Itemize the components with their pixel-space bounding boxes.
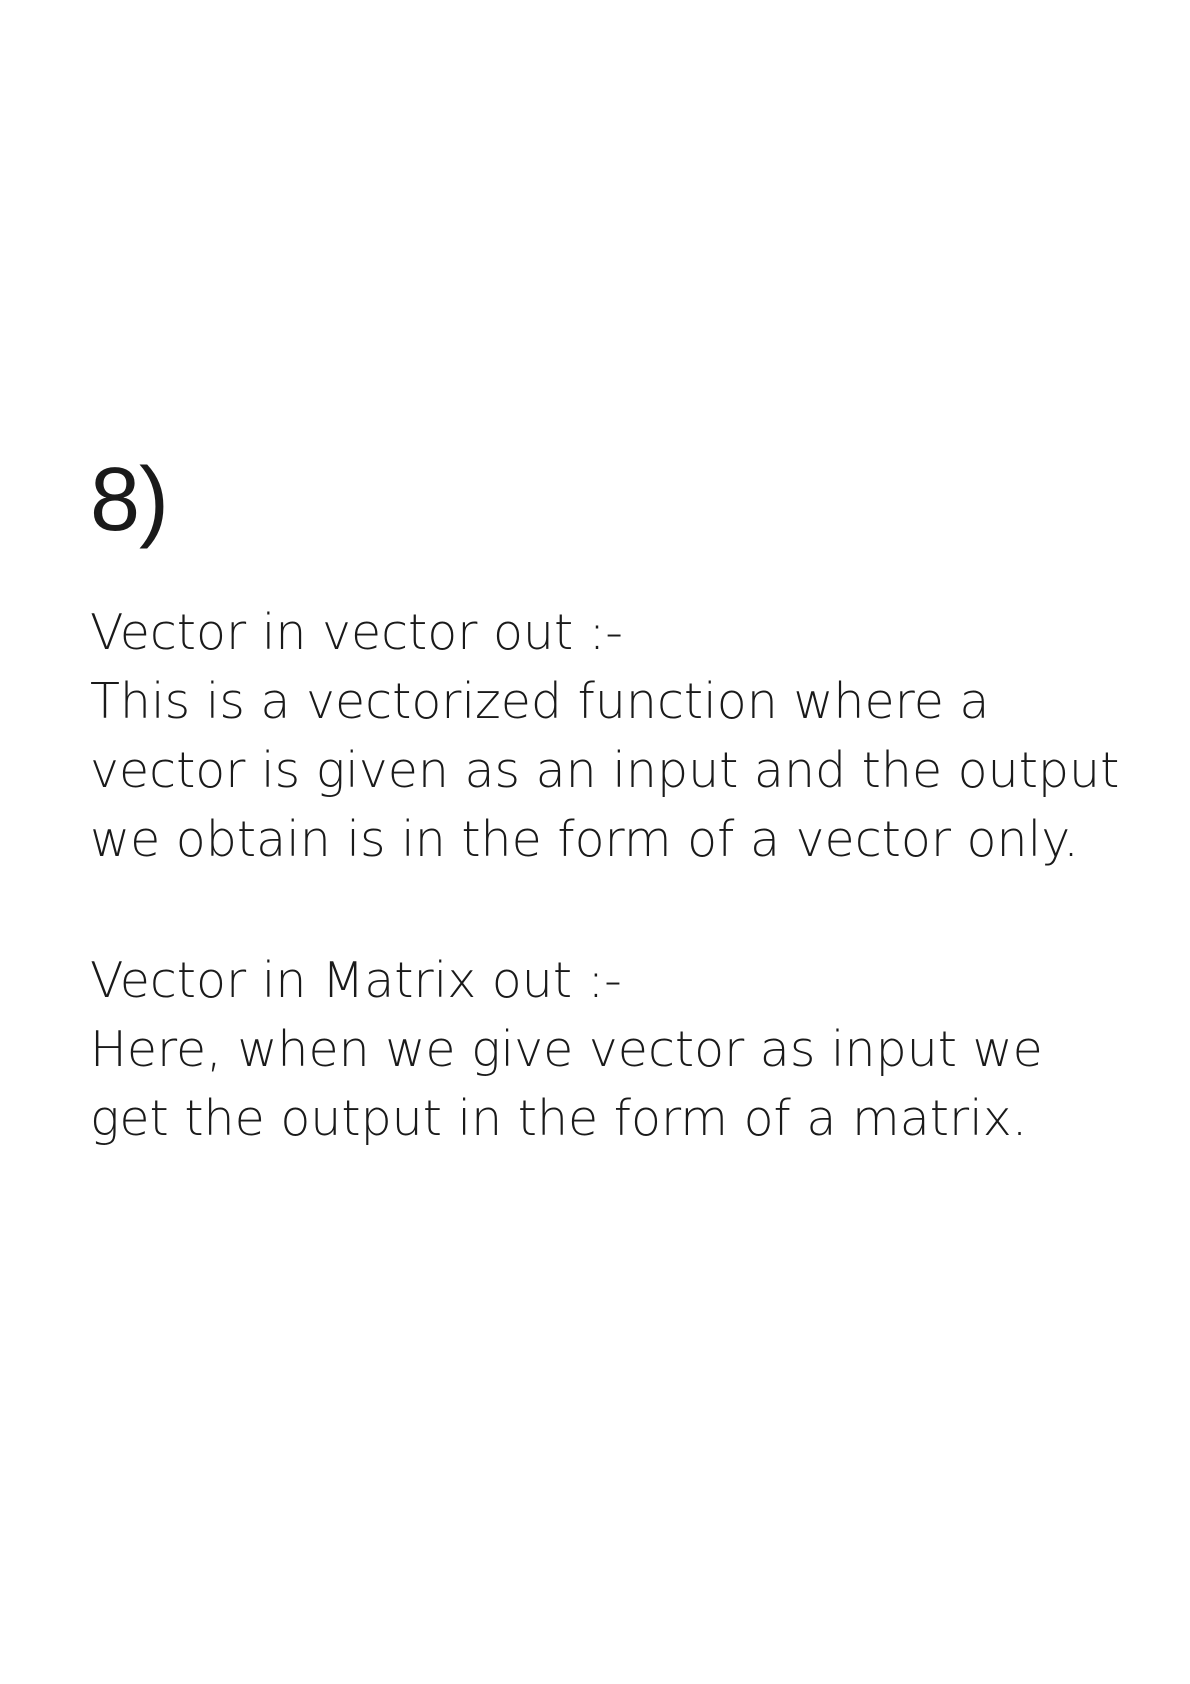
section-heading: Vector in vector out :- bbox=[90, 604, 623, 661]
body-line: Here, when we give vector as input we bbox=[90, 1021, 1043, 1078]
section-vector-in-matrix-out: Vector in Matrix out :- Here, when we gi… bbox=[90, 946, 1170, 1153]
question-number: 8) bbox=[90, 450, 169, 550]
document-page: 8) Vector in vector out :- This is a vec… bbox=[0, 0, 1190, 1684]
body-line: This is a vectorized function where a bbox=[90, 673, 990, 730]
body-line: we obtain is in the form of a vector onl… bbox=[90, 811, 1079, 868]
section-heading: Vector in Matrix out :- bbox=[90, 952, 622, 1009]
body-line: vector is given as an input and the outp… bbox=[90, 742, 1120, 799]
section-vector-in-vector-out: Vector in vector out :- This is a vector… bbox=[90, 598, 1170, 874]
body-line: get the output in the form of a matrix. bbox=[90, 1090, 1028, 1147]
